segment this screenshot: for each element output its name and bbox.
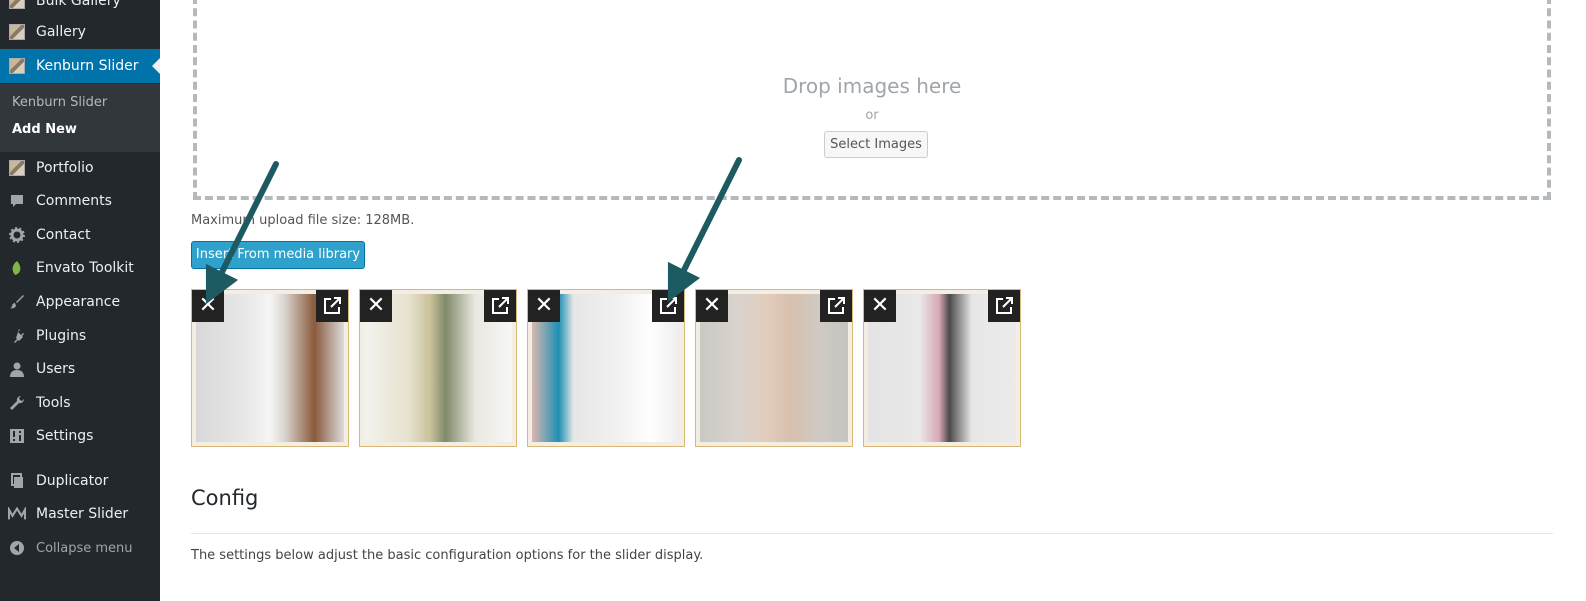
select-images-button[interactable]: Select Images [824,131,928,158]
close-icon[interactable]: ✕ [528,290,560,322]
sidebar-submenu: Kenburn Slider Add New [0,84,160,152]
sidebar-item-settings[interactable]: Settings [0,419,160,453]
close-icon[interactable]: ✕ [696,290,728,322]
external-link-icon[interactable] [652,290,684,322]
plug-icon [8,327,26,345]
sidebar-item-plugins[interactable]: Plugins [0,319,160,353]
sidebar-item-label: Kenburn Slider [36,58,139,74]
thumbnail-item[interactable]: ✕ [863,289,1021,447]
bulk-gallery-icon [8,0,26,10]
sidebar-item-portfolio[interactable]: Portfolio [0,151,160,185]
sidebar-item-master-slider[interactable]: Master Slider [0,497,160,531]
gear-icon [8,226,26,244]
master-slider-icon [8,505,26,523]
submenu-item-kenburn-slider[interactable]: Kenburn Slider [12,95,107,110]
portfolio-icon [8,159,26,177]
config-divider [191,533,1553,534]
gallery-icon [8,23,26,41]
sidebar-item-label: Tools [36,395,71,411]
admin-sidebar: Bulk Gallery Gallery Kenburn Slider Kenb… [0,0,160,601]
main-content: Drop images here or Select Images Maximu… [160,0,1586,601]
sidebar-item-appearance[interactable]: Appearance [0,285,160,319]
insert-from-media-library-button[interactable]: Insert From media library [191,241,365,269]
sidebar-item-kenburn-slider[interactable]: Kenburn Slider [0,49,160,83]
collapse-menu-button[interactable]: Collapse menu [0,531,160,565]
collapse-icon [8,539,26,557]
thumbnail-item[interactable]: ✕ [191,289,349,447]
kenburn-slider-icon [8,57,26,75]
sidebar-item-contact[interactable]: Contact [0,218,160,252]
max-upload-size: Maximum upload file size: 128MB. [191,213,415,228]
config-heading: Config [191,486,259,510]
sidebar-item-users[interactable]: Users [0,352,160,386]
external-link-icon[interactable] [820,290,852,322]
external-link-icon[interactable] [484,290,516,322]
thumbnail-item[interactable]: ✕ [359,289,517,447]
external-link-icon[interactable] [988,290,1020,322]
thumbnail-item[interactable]: ✕ [695,289,853,447]
submenu-item-add-new[interactable]: Add New [12,122,77,137]
sidebar-item-label: Bulk Gallery [36,0,121,9]
sliders-icon [8,427,26,445]
close-icon[interactable]: ✕ [192,290,224,322]
config-description: The settings below adjust the basic conf… [191,548,704,563]
sidebar-item-comments[interactable]: Comments [0,184,160,218]
user-icon [8,360,26,378]
sidebar-item-label: Gallery [36,24,86,40]
sidebar-item-label: Appearance [36,294,121,310]
sidebar-item-label: Settings [36,428,94,444]
collapse-menu-label: Collapse menu [36,540,133,556]
drop-images-text: Drop images here [782,74,962,98]
sidebar-item-label: Plugins [36,328,87,344]
duplicator-icon [8,472,26,490]
leaf-icon [8,259,26,277]
sidebar-item-label: Contact [36,227,91,243]
sidebar-item-duplicator[interactable]: Duplicator [0,464,160,498]
sidebar-item-gallery[interactable]: Gallery [0,15,160,49]
external-link-icon[interactable] [316,290,348,322]
close-icon[interactable]: ✕ [360,290,392,322]
sidebar-item-label: Envato Toolkit [36,260,134,276]
sidebar-item-label: Portfolio [36,160,94,176]
drop-or-text: or [865,108,879,123]
sidebar-item-label: Duplicator [36,473,109,489]
upload-dropzone[interactable]: Drop images here or Select Images [193,0,1551,200]
thumbnail-item[interactable]: ✕ [527,289,685,447]
sidebar-item-envato-toolkit[interactable]: Envato Toolkit [0,251,160,285]
sidebar-item-label: Users [36,361,76,377]
sidebar-item-tools[interactable]: Tools [0,386,160,420]
close-icon[interactable]: ✕ [864,290,896,322]
sidebar-item-label: Comments [36,193,112,209]
comments-icon [8,192,26,210]
sidebar-item-label: Master Slider [36,506,129,522]
paintbrush-icon [8,293,26,311]
wrench-icon [8,394,26,412]
